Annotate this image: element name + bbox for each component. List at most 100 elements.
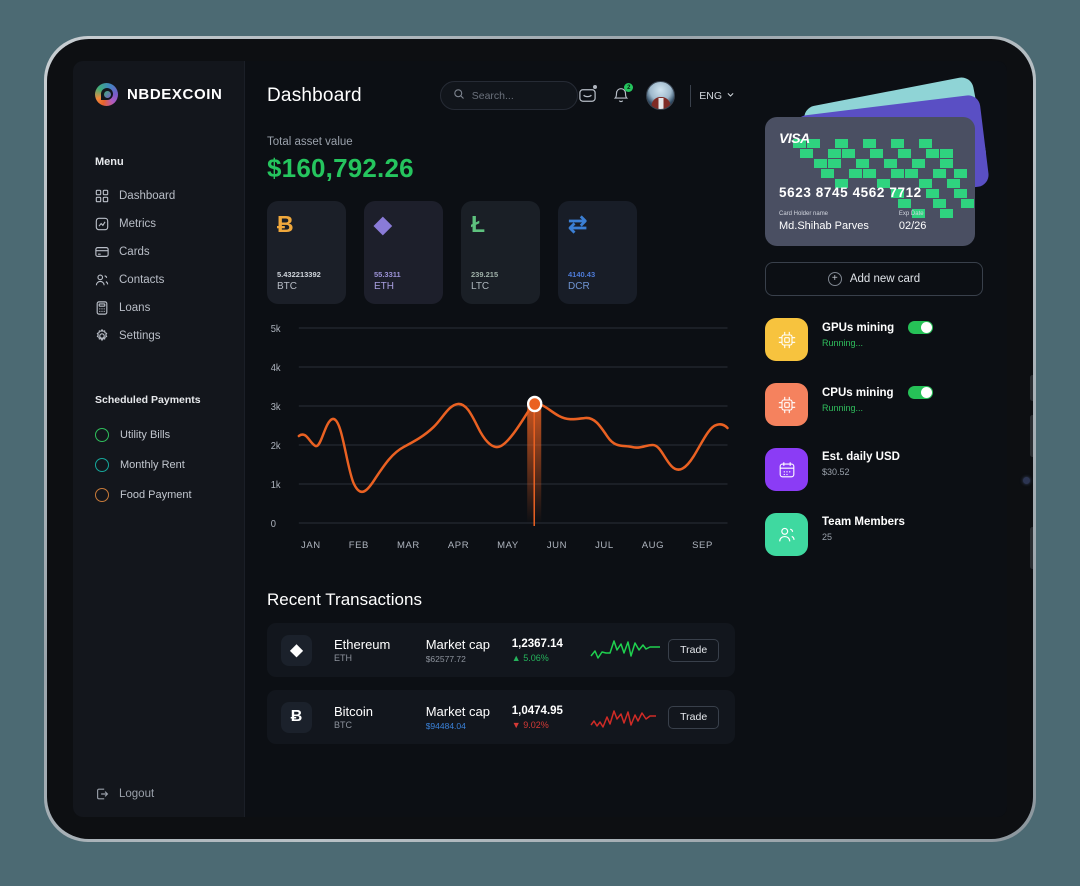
- camera-lens: [1023, 477, 1030, 484]
- coin-card-ltc[interactable]: Ł 239.215 LTC: [461, 201, 540, 304]
- coin-name: Bitcoin: [334, 704, 374, 719]
- card-meta: Card Holder name Md.Shihab Parves Exp Da…: [779, 211, 926, 232]
- card-exp-label: Exp Date: [898, 211, 924, 217]
- trade-button[interactable]: Trade: [668, 705, 720, 729]
- payment-item-monthly-rent[interactable]: Monthly Rent: [73, 450, 244, 480]
- card-exp-value: 02/26: [898, 220, 927, 232]
- market-cap-value: $94484.04: [425, 720, 466, 731]
- search-icon: [453, 87, 465, 105]
- payment-item-food-payment[interactable]: Food Payment: [73, 480, 244, 510]
- sidebar-item-cards[interactable]: Cards: [73, 238, 244, 266]
- coin-cards: Ƀ 5.432213392 BTC ◆ 55.3311 ETH Ł 239.21…: [267, 201, 735, 304]
- total-asset-label: Total asset value: [267, 136, 353, 148]
- coin-symbol: ETH: [334, 653, 352, 663]
- svg-text:0: 0: [271, 519, 276, 530]
- language-label: ENG: [699, 89, 722, 102]
- card-stack[interactable]: VISA 5623 8745 4562 7712 Card Holder nam…: [765, 75, 990, 250]
- widget-est-daily-usd[interactable]: Est. daily USD $30.52: [765, 448, 983, 491]
- price-cell: 1,0474.95 ▼ 9.02%: [512, 705, 591, 730]
- change-value: ▼ 9.02%: [511, 719, 549, 730]
- market-cap-label: Market cap: [425, 703, 490, 719]
- bitcoin-icon: Ƀ: [277, 211, 294, 237]
- sidebar-item-settings[interactable]: Settings: [73, 322, 244, 350]
- svg-text:5k: 5k: [271, 324, 281, 335]
- widget-title: Est. daily USD: [822, 451, 900, 463]
- coin-name: Ethereum: [334, 637, 391, 652]
- payment-item-utility-bills[interactable]: Utility Bills: [73, 420, 244, 450]
- widget-title: CPUs mining: [822, 386, 894, 399]
- credit-card-icon: [95, 245, 109, 259]
- sidebar-item-metrics[interactable]: Metrics: [73, 210, 244, 238]
- widget-gpus-mining[interactable]: GPUs mining Running...: [765, 318, 983, 361]
- coin-card-eth[interactable]: ◆ 55.3311 ETH: [364, 201, 443, 304]
- change-value: ▲ 5.06%: [511, 652, 549, 663]
- coin-card-btc[interactable]: Ƀ 5.432213392 BTC: [267, 201, 346, 304]
- sidebar-item-label: Metrics: [119, 218, 157, 230]
- sales-chart[interactable]: 5k 4k 3k 2k 1k 0 JAN FEB MAR APR MAY JUN…: [267, 318, 735, 568]
- tablet-device: NBDEXCOIN Menu Dashboard Metrics Cards C…: [44, 36, 1036, 842]
- coin-amount: 4140.43: [568, 270, 596, 279]
- widget-team-members[interactable]: Team Members 25: [765, 513, 983, 556]
- logout-button[interactable]: Logout: [73, 787, 244, 801]
- x-tick: FEB: [348, 540, 369, 551]
- coin-amount: 55.3311: [374, 270, 401, 279]
- brand-logo[interactable]: NBDEXCOIN: [73, 83, 244, 106]
- sparkline-down: [590, 703, 668, 731]
- widget-body: CPUs mining Running...: [822, 383, 983, 413]
- calendar-icon: [765, 448, 808, 491]
- widget-header: Team Members: [822, 516, 983, 528]
- users-icon: [95, 273, 109, 287]
- sidebar: NBDEXCOIN Menu Dashboard Metrics Cards C…: [73, 61, 245, 817]
- widget-toggle[interactable]: [907, 386, 933, 399]
- chip-icon: [765, 383, 808, 426]
- bell-icon[interactable]: 2: [612, 83, 634, 105]
- add-new-card-button[interactable]: + Add new card: [765, 262, 983, 296]
- language-selector[interactable]: ENG: [690, 84, 735, 107]
- menu-section-label: Menu: [95, 156, 124, 168]
- widget-status: Running...: [822, 338, 864, 348]
- table-row[interactable]: Ƀ Bitcoin BTC Market cap $94484.04 1,047…: [267, 690, 735, 744]
- widget-header: Est. daily USD: [822, 451, 983, 463]
- search-input[interactable]: [471, 89, 566, 102]
- x-tick: JAN: [301, 540, 321, 551]
- status-ring-icon: [95, 458, 109, 472]
- trade-button[interactable]: Trade: [668, 638, 720, 662]
- sidebar-item-contacts[interactable]: Contacts: [73, 266, 244, 294]
- recent-transactions-title: Recent Transactions: [267, 590, 422, 609]
- widget-cpus-mining[interactable]: CPUs mining Running...: [765, 383, 983, 426]
- svg-text:3k: 3k: [271, 402, 281, 413]
- chevron-down-icon: [726, 90, 735, 102]
- card-holder-name: Md.Shihab Parves: [779, 220, 869, 232]
- scheduled-payments-label: Scheduled Payments: [95, 394, 201, 406]
- coin-card-dcr[interactable]: ⇄ 4140.43 DCR: [558, 201, 637, 304]
- chart-square-icon: [95, 217, 109, 231]
- team-icon: [765, 513, 808, 556]
- widget-value: 25: [822, 532, 833, 542]
- volume-down-button[interactable]: [1030, 415, 1033, 457]
- visa-card[interactable]: VISA 5623 8745 4562 7712 Card Holder nam…: [765, 117, 975, 246]
- status-ring-icon: [95, 428, 109, 442]
- power-button[interactable]: [1030, 527, 1033, 569]
- volume-up-button[interactable]: [1030, 375, 1033, 401]
- header-actions: 2 ENG: [578, 81, 735, 110]
- payment-item-label: Monthly Rent: [120, 459, 185, 471]
- message-icon[interactable]: [578, 85, 598, 105]
- widget-title: Team Members: [822, 516, 905, 528]
- bitcoin-icon: Ƀ: [281, 701, 312, 733]
- table-row[interactable]: ◆ Ethereum ETH Market cap $62577.72 1,23…: [267, 623, 735, 677]
- logout-label: Logout: [119, 788, 155, 800]
- sidebar-item-dashboard[interactable]: Dashboard: [73, 182, 244, 210]
- x-tick: MAR: [396, 540, 420, 551]
- coin-symbol: DCR: [568, 281, 590, 292]
- sidebar-item-label: Loans: [119, 302, 151, 314]
- sidebar-item-loans[interactable]: Loans: [73, 294, 244, 322]
- decred-icon: ⇄: [568, 211, 588, 237]
- avatar[interactable]: [646, 81, 676, 110]
- svg-text:2k: 2k: [271, 441, 281, 452]
- x-tick: APR: [447, 540, 470, 551]
- widget-body: Team Members 25: [822, 513, 983, 542]
- widget-toggle[interactable]: [908, 321, 934, 334]
- search-box[interactable]: [439, 81, 579, 110]
- widget-status: Running...: [822, 403, 864, 413]
- litecoin-icon: Ł: [471, 211, 486, 237]
